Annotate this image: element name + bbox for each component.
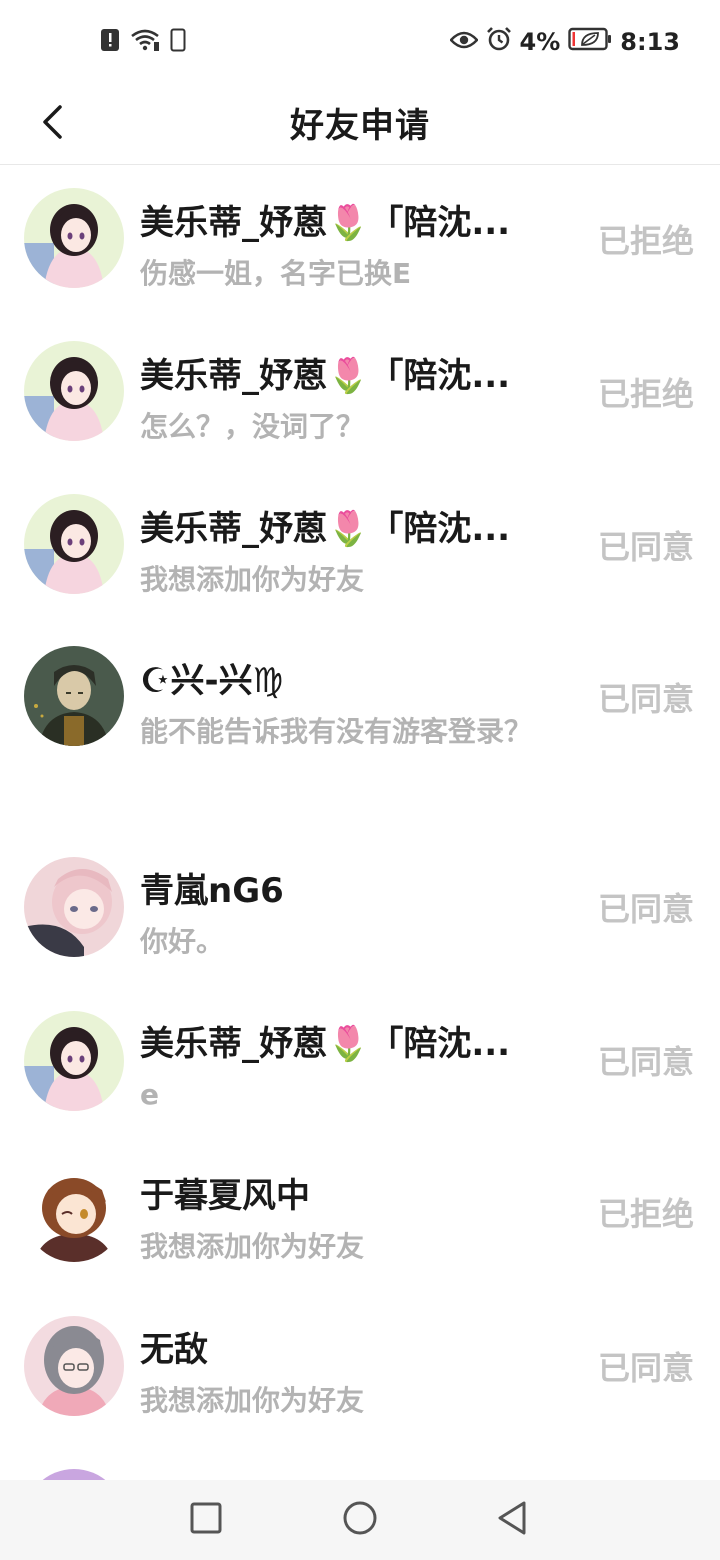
- request-message: 我想添加你为好友: [140, 1384, 365, 1417]
- alert-icon: [100, 28, 120, 56]
- eye-icon: [448, 28, 479, 56]
- request-row[interactable]: 美乐蒂_妤蒽🌷「陪沈... 我想添加你为好友 已同意: [0, 471, 720, 623]
- status-bar: 4% 8:13: [0, 0, 720, 84]
- avatar[interactable]: [24, 188, 124, 288]
- request-status: 已拒绝: [597, 222, 694, 260]
- request-message: 能不能告诉我有没有游客登录？: [140, 715, 533, 748]
- request-status: 已同意: [597, 890, 694, 928]
- request-row[interactable]: 无敌 我想添加你为好友 已同意: [0, 1292, 720, 1447]
- avatar[interactable]: [24, 1469, 124, 1480]
- friend-request-list[interactable]: 美乐蒂_妤蒽🌷「陪沈... 伤感一姐，名字已换E 已拒绝 美乐蒂_妤蒽🌷「陪沈.…: [0, 165, 720, 1480]
- request-row-partial[interactable]: [0, 1447, 720, 1480]
- system-nav-bar: [0, 1480, 720, 1560]
- request-message: e: [140, 1078, 159, 1111]
- app-header: 好友申请: [0, 84, 720, 165]
- avatar[interactable]: [24, 857, 124, 957]
- requester-name: 青嵐nG6: [140, 871, 284, 911]
- request-row[interactable]: 美乐蒂_妤蒽🌷「陪沈... 伤感一姐，名字已换E 已拒绝: [0, 165, 720, 318]
- request-message: 我想添加你为好友: [140, 1230, 365, 1263]
- request-status: 已同意: [597, 1043, 694, 1081]
- battery-percent: 4%: [519, 28, 561, 56]
- request-row[interactable]: 青嵐nG6 你好。 已同意: [0, 831, 720, 986]
- requester-name: 美乐蒂_妤蒽🌷「陪沈...: [140, 356, 511, 396]
- home-icon: [342, 1500, 378, 1540]
- wifi-icon: [130, 28, 160, 56]
- request-row[interactable]: 于暮夏风中 我想添加你为好友 已拒绝: [0, 1138, 720, 1292]
- requester-name: 美乐蒂_妤蒽🌷「陪沈...: [140, 1024, 511, 1064]
- requester-name: 于暮夏风中: [140, 1176, 310, 1216]
- recent-apps-button[interactable]: [184, 1498, 228, 1542]
- request-row[interactable]: 美乐蒂_妤蒽🌷「陪沈... 怎么？，没词了？ 已拒绝: [0, 318, 720, 471]
- request-status: 已拒绝: [597, 375, 694, 413]
- request-message: 我想添加你为好友: [140, 563, 365, 596]
- request-status: 已拒绝: [597, 1195, 694, 1233]
- request-message: 怎么？，没词了？: [140, 410, 365, 443]
- page-title: 好友申请: [290, 106, 430, 146]
- requester-name: ☪兴-兴♍: [140, 661, 284, 701]
- alarm-icon: [486, 26, 512, 58]
- back-nav-button[interactable]: [490, 1498, 534, 1542]
- request-message: 你好。: [140, 925, 225, 958]
- avatar[interactable]: [24, 341, 124, 441]
- sim-icon: [170, 28, 186, 56]
- status-bar-right: 4% 8:13: [448, 26, 680, 58]
- request-status: 已同意: [597, 680, 694, 718]
- status-bar-left: [100, 28, 186, 56]
- requester-name: 美乐蒂_妤蒽🌷「陪沈...: [140, 509, 511, 549]
- recent-apps-icon: [190, 1502, 222, 1538]
- home-button[interactable]: [338, 1498, 382, 1542]
- battery-icon: [568, 27, 612, 57]
- avatar[interactable]: [24, 1316, 124, 1416]
- request-row[interactable]: 美乐蒂_妤蒽🌷「陪沈... e 已同意: [0, 986, 720, 1138]
- request-message: 伤感一姐，名字已换E: [140, 257, 412, 290]
- requester-name: 无敌: [140, 1330, 208, 1370]
- avatar[interactable]: [24, 494, 124, 594]
- requester-name: 美乐蒂_妤蒽🌷「陪沈...: [140, 203, 511, 243]
- request-status: 已同意: [597, 1349, 694, 1387]
- clock: 8:13: [620, 28, 680, 56]
- avatar[interactable]: [24, 1011, 124, 1111]
- request-status: 已同意: [597, 528, 694, 566]
- avatar[interactable]: [24, 1162, 124, 1262]
- request-row[interactable]: ☪兴-兴♍ 能不能告诉我有没有游客登录？ 已同意: [0, 623, 720, 831]
- back-triangle-icon: [496, 1500, 528, 1540]
- avatar[interactable]: [24, 646, 124, 746]
